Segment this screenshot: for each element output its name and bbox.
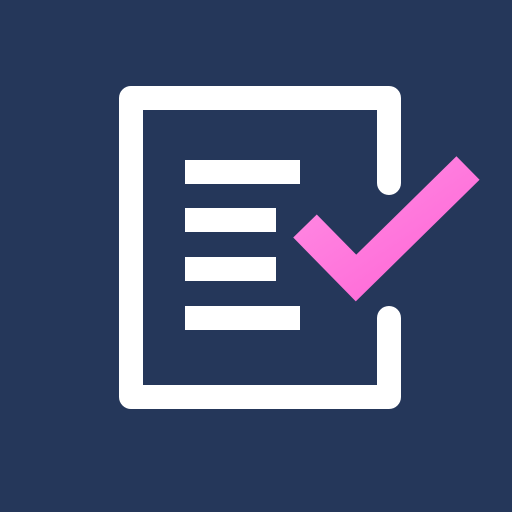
checklist-document-icon — [0, 0, 512, 512]
app-icon — [0, 0, 512, 512]
icon-background — [0, 0, 512, 512]
document-line-icon — [185, 208, 276, 232]
document-line-icon — [185, 306, 300, 330]
document-line-icon — [185, 257, 276, 281]
document-line-icon — [185, 160, 300, 184]
